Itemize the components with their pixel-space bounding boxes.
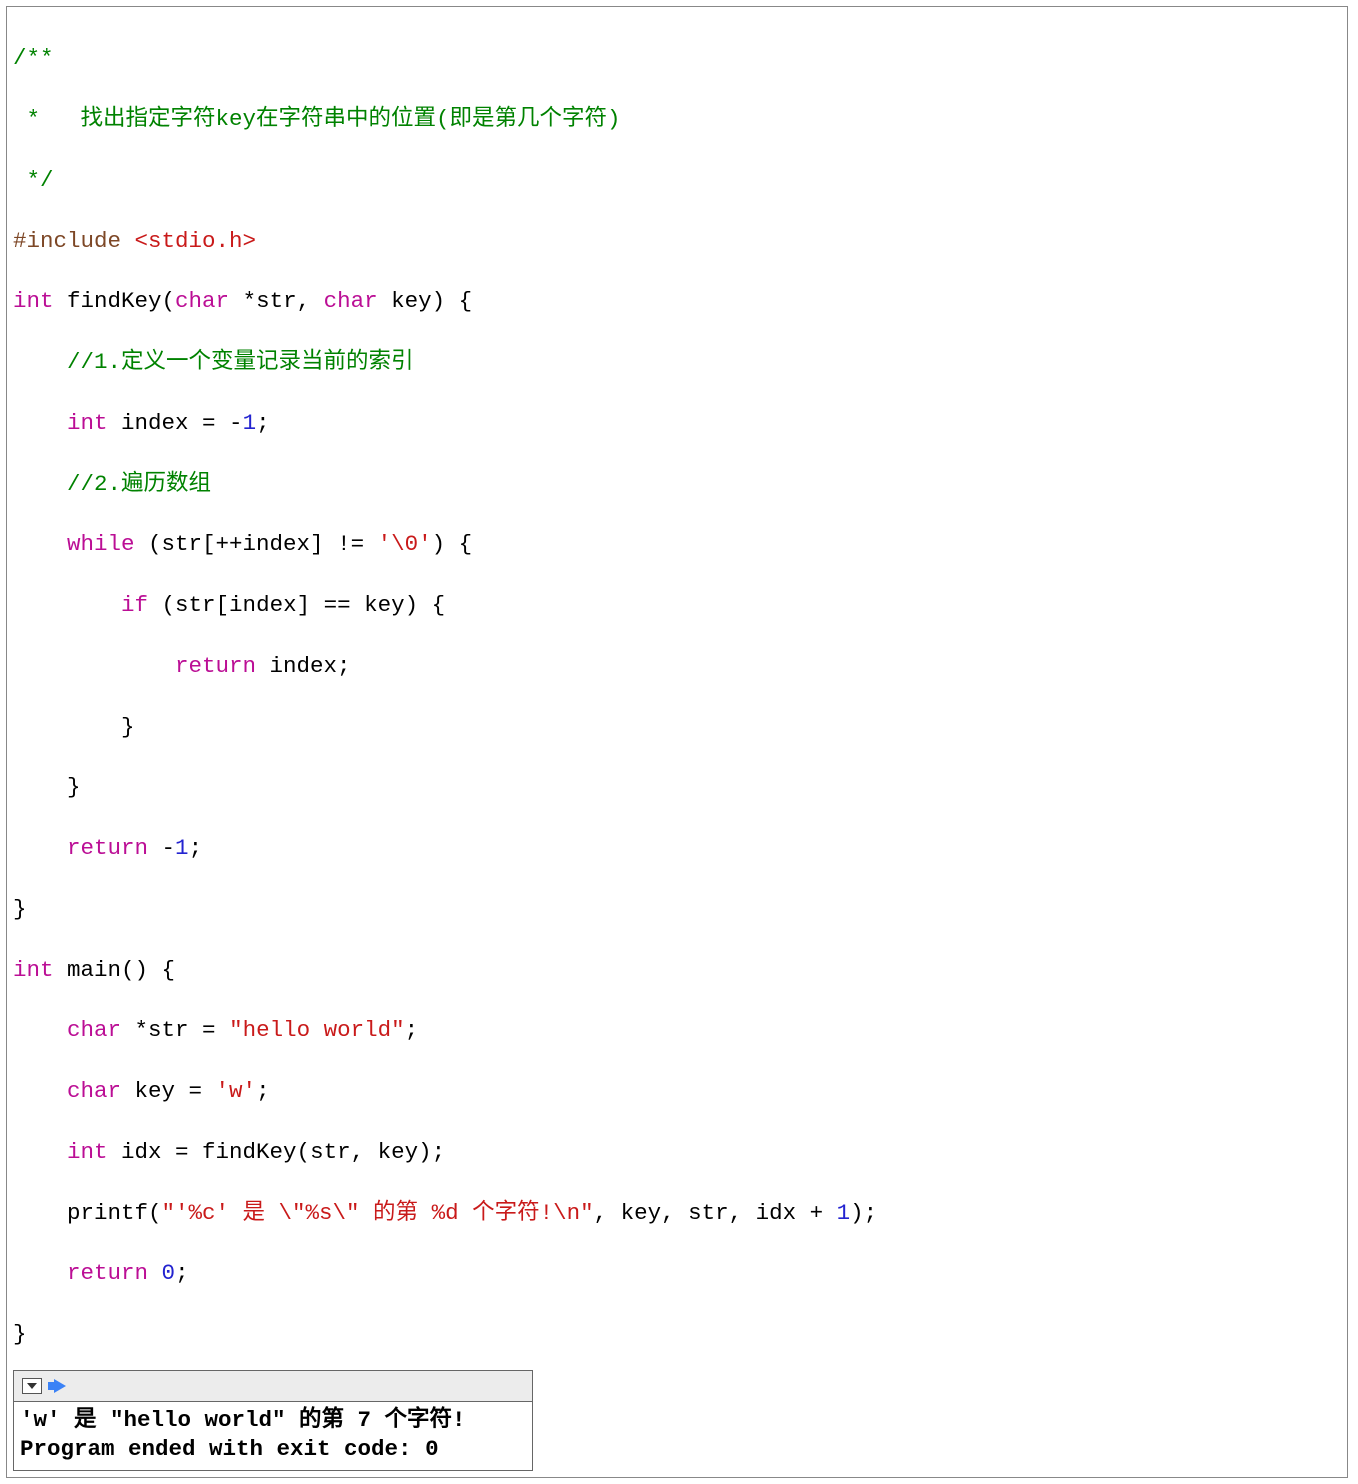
brace: key) { bbox=[378, 288, 473, 314]
number-literal: 1 bbox=[837, 1200, 851, 1226]
semicolon: ; bbox=[256, 410, 270, 436]
expr: (str[index] == key) { bbox=[148, 592, 445, 618]
comment-line: //1.定义一个变量记录当前的索引 bbox=[13, 349, 414, 375]
code-screenshot-frame: /** * 找出指定字符key在字符串中的位置(即是第几个字符) */ #inc… bbox=[6, 6, 1348, 1478]
comment-line: * 找出指定字符key在字符串中的位置(即是第几个字符) bbox=[13, 106, 621, 132]
expr: - bbox=[148, 835, 175, 861]
type-int: int bbox=[67, 410, 108, 436]
console-output: 'w' 是 "hello world" 的第 7 个字符! Program en… bbox=[14, 1402, 532, 1471]
output-line: 'w' 是 "hello world" 的第 7 个字符! bbox=[20, 1407, 466, 1433]
space bbox=[148, 1260, 162, 1286]
number-literal: 1 bbox=[243, 410, 257, 436]
var-decl: key = bbox=[121, 1078, 216, 1104]
type-char: char bbox=[67, 1078, 121, 1104]
brace: } bbox=[13, 714, 135, 740]
expr: (str[++index] != bbox=[135, 531, 378, 557]
output-line: Program ended with exit code: 0 bbox=[20, 1436, 439, 1462]
console-toolbar bbox=[14, 1371, 532, 1402]
preproc-include: #include bbox=[13, 228, 135, 254]
char-literal: '\0' bbox=[378, 531, 432, 557]
type-int: int bbox=[13, 288, 54, 314]
char-literal: 'w' bbox=[216, 1078, 257, 1104]
dropdown-icon[interactable] bbox=[22, 1378, 42, 1394]
brace: } bbox=[13, 1321, 27, 1347]
string-literal: "'%c' 是 \"%s\" 的第 %d 个字符!\n" bbox=[162, 1200, 594, 1226]
include-file: <stdio.h> bbox=[135, 228, 257, 254]
call-printf: printf( bbox=[13, 1200, 162, 1226]
source-code: /** * 找出指定字符key在字符串中的位置(即是第几个字符) */ #inc… bbox=[7, 7, 1347, 1370]
var-decl: index = - bbox=[108, 410, 243, 436]
keyword-return: return bbox=[175, 653, 256, 679]
semicolon: ; bbox=[189, 835, 203, 861]
brace: } bbox=[13, 774, 81, 800]
param: *str, bbox=[229, 288, 324, 314]
func-decl: findKey( bbox=[54, 288, 176, 314]
number-literal: 0 bbox=[162, 1260, 176, 1286]
brace: } bbox=[13, 896, 27, 922]
keyword-return: return bbox=[67, 835, 148, 861]
console-panel: 'w' 是 "hello world" 的第 7 个字符! Program en… bbox=[13, 1370, 533, 1472]
paren: ); bbox=[850, 1200, 877, 1226]
keyword-while: while bbox=[67, 531, 135, 557]
semicolon: ; bbox=[175, 1260, 189, 1286]
args: , key, str, idx + bbox=[594, 1200, 837, 1226]
type-char: char bbox=[175, 288, 229, 314]
comment-line: /** bbox=[13, 45, 54, 71]
run-arrow-icon[interactable] bbox=[54, 1379, 66, 1393]
string-literal: "hello world" bbox=[229, 1017, 405, 1043]
var-decl: idx = findKey(str, key); bbox=[108, 1139, 446, 1165]
type-char: char bbox=[324, 288, 378, 314]
keyword-if: if bbox=[121, 592, 148, 618]
func-main: main() { bbox=[54, 957, 176, 983]
semicolon: ; bbox=[256, 1078, 270, 1104]
type-int: int bbox=[13, 957, 54, 983]
type-char: char bbox=[67, 1017, 121, 1043]
var-decl: *str = bbox=[121, 1017, 229, 1043]
brace: ) { bbox=[432, 531, 473, 557]
number-literal: 1 bbox=[175, 835, 189, 861]
comment-line: */ bbox=[13, 167, 54, 193]
semicolon: ; bbox=[405, 1017, 419, 1043]
expr: index; bbox=[256, 653, 351, 679]
keyword-return: return bbox=[67, 1260, 148, 1286]
type-int: int bbox=[67, 1139, 108, 1165]
comment-line: //2.遍历数组 bbox=[13, 471, 211, 497]
